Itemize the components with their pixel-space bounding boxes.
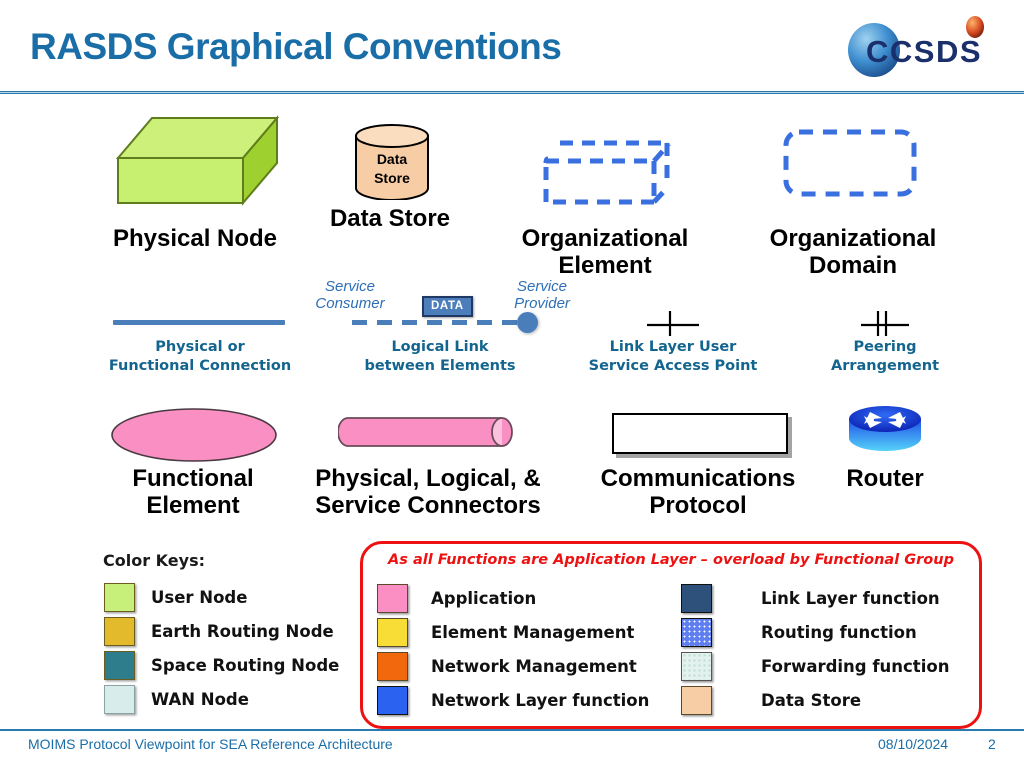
footer-title: MOIMS Protocol Viewpoint for SEA Referen… bbox=[28, 736, 393, 752]
peering-line2: Arrangement bbox=[830, 358, 940, 375]
fg-swatch-data-store bbox=[681, 686, 712, 715]
fg-label-network-layer-function: Network Layer function bbox=[431, 691, 650, 710]
peering-arrangement-symbol bbox=[861, 311, 909, 336]
footer-page-number: 2 bbox=[988, 736, 996, 752]
color-key-swatch-space-routing-node bbox=[104, 651, 135, 680]
service-consumer-line1: Service bbox=[324, 278, 376, 295]
fg-label-application: Application bbox=[431, 589, 537, 608]
service-access-point-caption: Link Layer User Service Access Point bbox=[563, 338, 783, 377]
color-key-swatch-wan-node bbox=[104, 685, 135, 714]
slide: RASDS Graphical Conventions CCSDS Physic… bbox=[0, 0, 1024, 768]
functional-element-line2: Element bbox=[146, 491, 240, 519]
organizational-domain-shape bbox=[783, 129, 917, 197]
peering-arrangement-caption: Peering Arrangement bbox=[775, 338, 995, 377]
org-domain-line2: Domain bbox=[808, 251, 897, 279]
service-provider-line1: Service bbox=[516, 278, 568, 295]
physical-connection-caption: Physical or Functional Connection bbox=[90, 338, 310, 377]
comms-protocol-line2: Protocol bbox=[649, 491, 747, 519]
color-keys-title: Color Keys: bbox=[103, 551, 205, 570]
communications-protocol-shape bbox=[612, 413, 788, 454]
color-key-swatch-earth-routing-node bbox=[104, 617, 135, 646]
functional-element-label: Functional Element bbox=[78, 465, 308, 520]
fg-swatch-forwarding-function bbox=[681, 652, 712, 681]
sap-line2: Service Access Point bbox=[588, 358, 758, 375]
router-icon bbox=[849, 406, 921, 451]
org-element-line2: Element bbox=[558, 251, 652, 279]
physical-connection-line bbox=[113, 320, 285, 325]
functional-element-line1: Functional bbox=[132, 465, 254, 492]
fg-swatch-routing-function bbox=[681, 618, 712, 647]
service-provider-line2: Provider bbox=[514, 295, 570, 313]
svg-text:CCSDS: CCSDS bbox=[866, 34, 982, 69]
fg-label-link-layer-function: Link Layer function bbox=[761, 589, 940, 608]
fg-swatch-network-layer-function bbox=[377, 686, 408, 715]
physical-node-shape bbox=[115, 115, 280, 206]
fg-swatch-network-management bbox=[377, 652, 408, 681]
service-provider-ball bbox=[517, 312, 538, 333]
fg-label-routing-function: Routing function bbox=[761, 623, 917, 642]
functional-group-heading: As all Functions are Application Layer –… bbox=[388, 552, 954, 568]
color-key-swatch-user-node bbox=[104, 583, 135, 612]
service-consumer-line2: Consumer bbox=[315, 295, 385, 313]
organizational-element-label: Organizational Element bbox=[470, 225, 740, 280]
org-domain-line1: Organizational bbox=[769, 225, 937, 252]
color-key-label-earth-routing-node: Earth Routing Node bbox=[151, 622, 334, 641]
data-store-inner-line1: Data bbox=[376, 151, 408, 167]
fg-label-forwarding-function: Forwarding function bbox=[761, 657, 950, 676]
data-store-inner-text: Data Store bbox=[352, 134, 432, 194]
ccsds-logo: CCSDS bbox=[848, 16, 984, 77]
service-connector-label: Physical, Logical, & Service Connectors bbox=[278, 465, 578, 520]
physical-connection-line2: Functional Connection bbox=[108, 358, 292, 375]
functional-group-legend: As all Functions are Application Layer –… bbox=[360, 541, 982, 729]
logical-link-caption: Logical Link between Elements bbox=[330, 338, 550, 377]
color-key-label-user-node: User Node bbox=[151, 588, 248, 607]
service-connector-shape bbox=[338, 417, 513, 447]
service-provider-label: Service Provider bbox=[487, 278, 597, 313]
peering-line1: Peering bbox=[853, 339, 917, 355]
organizational-domain-label: Organizational Domain bbox=[718, 225, 988, 280]
color-key-label-space-routing-node: Space Routing Node bbox=[151, 656, 340, 675]
sap-line1: Link Layer User bbox=[609, 339, 737, 355]
comms-protocol-line1: Communications bbox=[600, 465, 796, 492]
page-title: RASDS Graphical Conventions bbox=[30, 26, 562, 67]
org-element-line1: Organizational bbox=[521, 225, 689, 252]
service-consumer-label: Service Consumer bbox=[290, 278, 410, 313]
physical-connection-line1: Physical or bbox=[155, 339, 245, 355]
fg-swatch-application bbox=[377, 584, 408, 613]
fg-swatch-element-management bbox=[377, 618, 408, 647]
data-store-inner-line2: Store bbox=[374, 169, 410, 186]
service-connector-line1: Physical, Logical, & bbox=[315, 465, 541, 492]
fg-label-element-management: Element Management bbox=[431, 623, 635, 642]
data-badge: DATA bbox=[422, 296, 473, 317]
header-divider bbox=[0, 91, 1024, 94]
service-connector-line2: Service Connectors bbox=[315, 491, 541, 519]
functional-element-shape bbox=[111, 408, 277, 462]
footer-date: 08/10/2024 bbox=[878, 736, 949, 752]
router-label: Router bbox=[846, 465, 924, 492]
communications-protocol-label: Communications Protocol bbox=[573, 465, 823, 520]
logical-link-line1: Logical Link bbox=[391, 339, 489, 355]
logical-link-line bbox=[352, 320, 522, 325]
fg-label-network-management: Network Management bbox=[431, 657, 637, 676]
footer-divider bbox=[0, 729, 1024, 731]
color-key-label-wan-node: WAN Node bbox=[151, 690, 249, 709]
service-access-point-symbol bbox=[647, 311, 699, 336]
fg-swatch-link-layer-function bbox=[681, 584, 712, 613]
fg-label-data-store: Data Store bbox=[761, 691, 862, 710]
logical-link-line2: between Elements bbox=[364, 358, 516, 375]
organizational-element-shape bbox=[543, 140, 671, 205]
